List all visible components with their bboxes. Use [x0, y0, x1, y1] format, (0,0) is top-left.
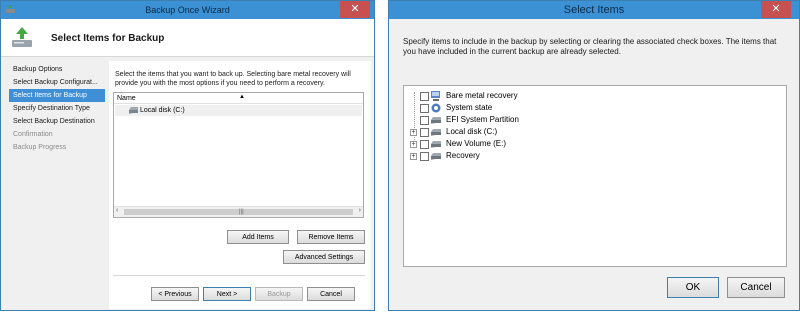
wizard-close-button[interactable]: ✕: [340, 1, 370, 18]
items-tree[interactable]: Bare metal recovery System state EFI Sys…: [403, 85, 787, 267]
wizard-content-panel: Select the items that you want to back u…: [109, 61, 371, 309]
expand-icon[interactable]: +: [410, 141, 417, 148]
step-backup-progress: Backup Progress: [13, 144, 67, 151]
drive-icon: [431, 129, 441, 136]
backup-once-wizard-window: Backup Once Wizard ✕ Select Items for Ba…: [0, 0, 375, 311]
bare-metal-recovery-icon: [431, 91, 440, 101]
tree-item-label: Recovery: [446, 151, 480, 160]
tree-item-bare-metal-recovery[interactable]: Bare metal recovery: [404, 90, 604, 102]
tree-item-local-disk-c[interactable]: + Local disk (C:): [404, 126, 604, 138]
system-state-checkbox[interactable]: [420, 104, 429, 113]
backup-button: Backup: [255, 287, 303, 301]
drive-icon: [431, 153, 441, 160]
cancel-button[interactable]: Cancel: [307, 287, 355, 301]
scrollbar-thumb[interactable]: |||: [124, 209, 353, 215]
wizard-description: Select the items that you want to back u…: [115, 71, 351, 87]
remove-items-button[interactable]: Remove Items: [297, 230, 365, 244]
step-select-backup-configuration[interactable]: Select Backup Configurat...: [9, 76, 105, 89]
list-item-label: Local disk (C:): [140, 107, 185, 114]
drive-icon: [129, 107, 138, 114]
page-title: Select Items for Backup: [51, 33, 165, 44]
efi-system-partition-checkbox[interactable]: [420, 116, 429, 125]
next-button[interactable]: Next >: [203, 287, 251, 301]
select-items-titlebar[interactable]: Select Items ✕: [389, 1, 799, 19]
tree-item-label: Local disk (C:): [446, 127, 498, 136]
ok-button[interactable]: OK: [667, 277, 719, 298]
step-select-items-for-backup[interactable]: Select Items for Backup: [9, 89, 105, 102]
footer-divider: [113, 275, 365, 276]
wizard-title: Backup Once Wizard: [145, 5, 230, 15]
drive-icon: [431, 141, 441, 148]
list-item[interactable]: Local disk (C:): [115, 105, 362, 116]
list-column-header[interactable]: Name ▲: [114, 93, 363, 104]
new-volume-e-checkbox[interactable]: [420, 140, 429, 149]
add-items-button[interactable]: Add Items: [227, 230, 289, 244]
expand-icon[interactable]: +: [410, 129, 417, 136]
cancel-button[interactable]: Cancel: [727, 277, 785, 298]
tree-item-new-volume-e[interactable]: + New Volume (E:): [404, 138, 604, 150]
step-backup-options[interactable]: Backup Options: [9, 63, 105, 76]
step-select-backup-destination[interactable]: Select Backup Destination: [9, 115, 105, 128]
bare-metal-recovery-checkbox[interactable]: [420, 92, 429, 101]
horizontal-scrollbar[interactable]: ‹ ||| ›: [114, 206, 363, 217]
tree-item-label: System state: [446, 103, 493, 112]
expand-icon[interactable]: +: [410, 153, 417, 160]
dialog-description: Specify items to include in the backup b…: [403, 37, 777, 56]
recovery-checkbox[interactable]: [420, 152, 429, 161]
wizard-steps-nav: Backup Options Select Backup Configurat.…: [9, 63, 105, 154]
wizard-titlebar[interactable]: Backup Once Wizard ✕: [1, 1, 374, 19]
step-specify-destination-type[interactable]: Specify Destination Type: [9, 102, 105, 115]
system-state-icon: [431, 103, 441, 113]
advanced-settings-button[interactable]: Advanced Settings: [283, 250, 365, 264]
tree-item-recovery[interactable]: + Recovery: [404, 150, 604, 162]
select-items-dialog: Select Items ✕ Specify items to include …: [388, 0, 800, 311]
backup-items-list[interactable]: Name ▲ Local disk (C:) ‹ ||| ›: [113, 92, 364, 218]
scroll-right-icon[interactable]: ›: [359, 207, 361, 214]
sort-ascending-icon: ▲: [239, 94, 245, 100]
tree-item-efi-system-partition[interactable]: EFI System Partition: [404, 114, 604, 126]
name-column-label: Name: [117, 95, 136, 102]
drive-icon: [431, 117, 441, 124]
tree-item-label: EFI System Partition: [446, 115, 519, 124]
wizard-header: Select Items for Backup: [1, 19, 374, 57]
backup-drive-icon: [12, 27, 32, 47]
previous-button[interactable]: < Previous: [151, 287, 199, 301]
scrollbar-grip-icon: |||: [239, 209, 244, 215]
step-confirmation: Confirmation: [13, 131, 53, 138]
scroll-left-icon[interactable]: ‹: [116, 207, 118, 214]
tree-item-label: New Volume (E:): [446, 139, 507, 148]
local-disk-c-checkbox[interactable]: [420, 128, 429, 137]
tree-item-system-state[interactable]: System state: [404, 102, 604, 114]
tree-item-label: Bare metal recovery: [446, 91, 518, 100]
dialog-close-button[interactable]: ✕: [761, 1, 791, 18]
dialog-title: Select Items: [563, 4, 625, 16]
